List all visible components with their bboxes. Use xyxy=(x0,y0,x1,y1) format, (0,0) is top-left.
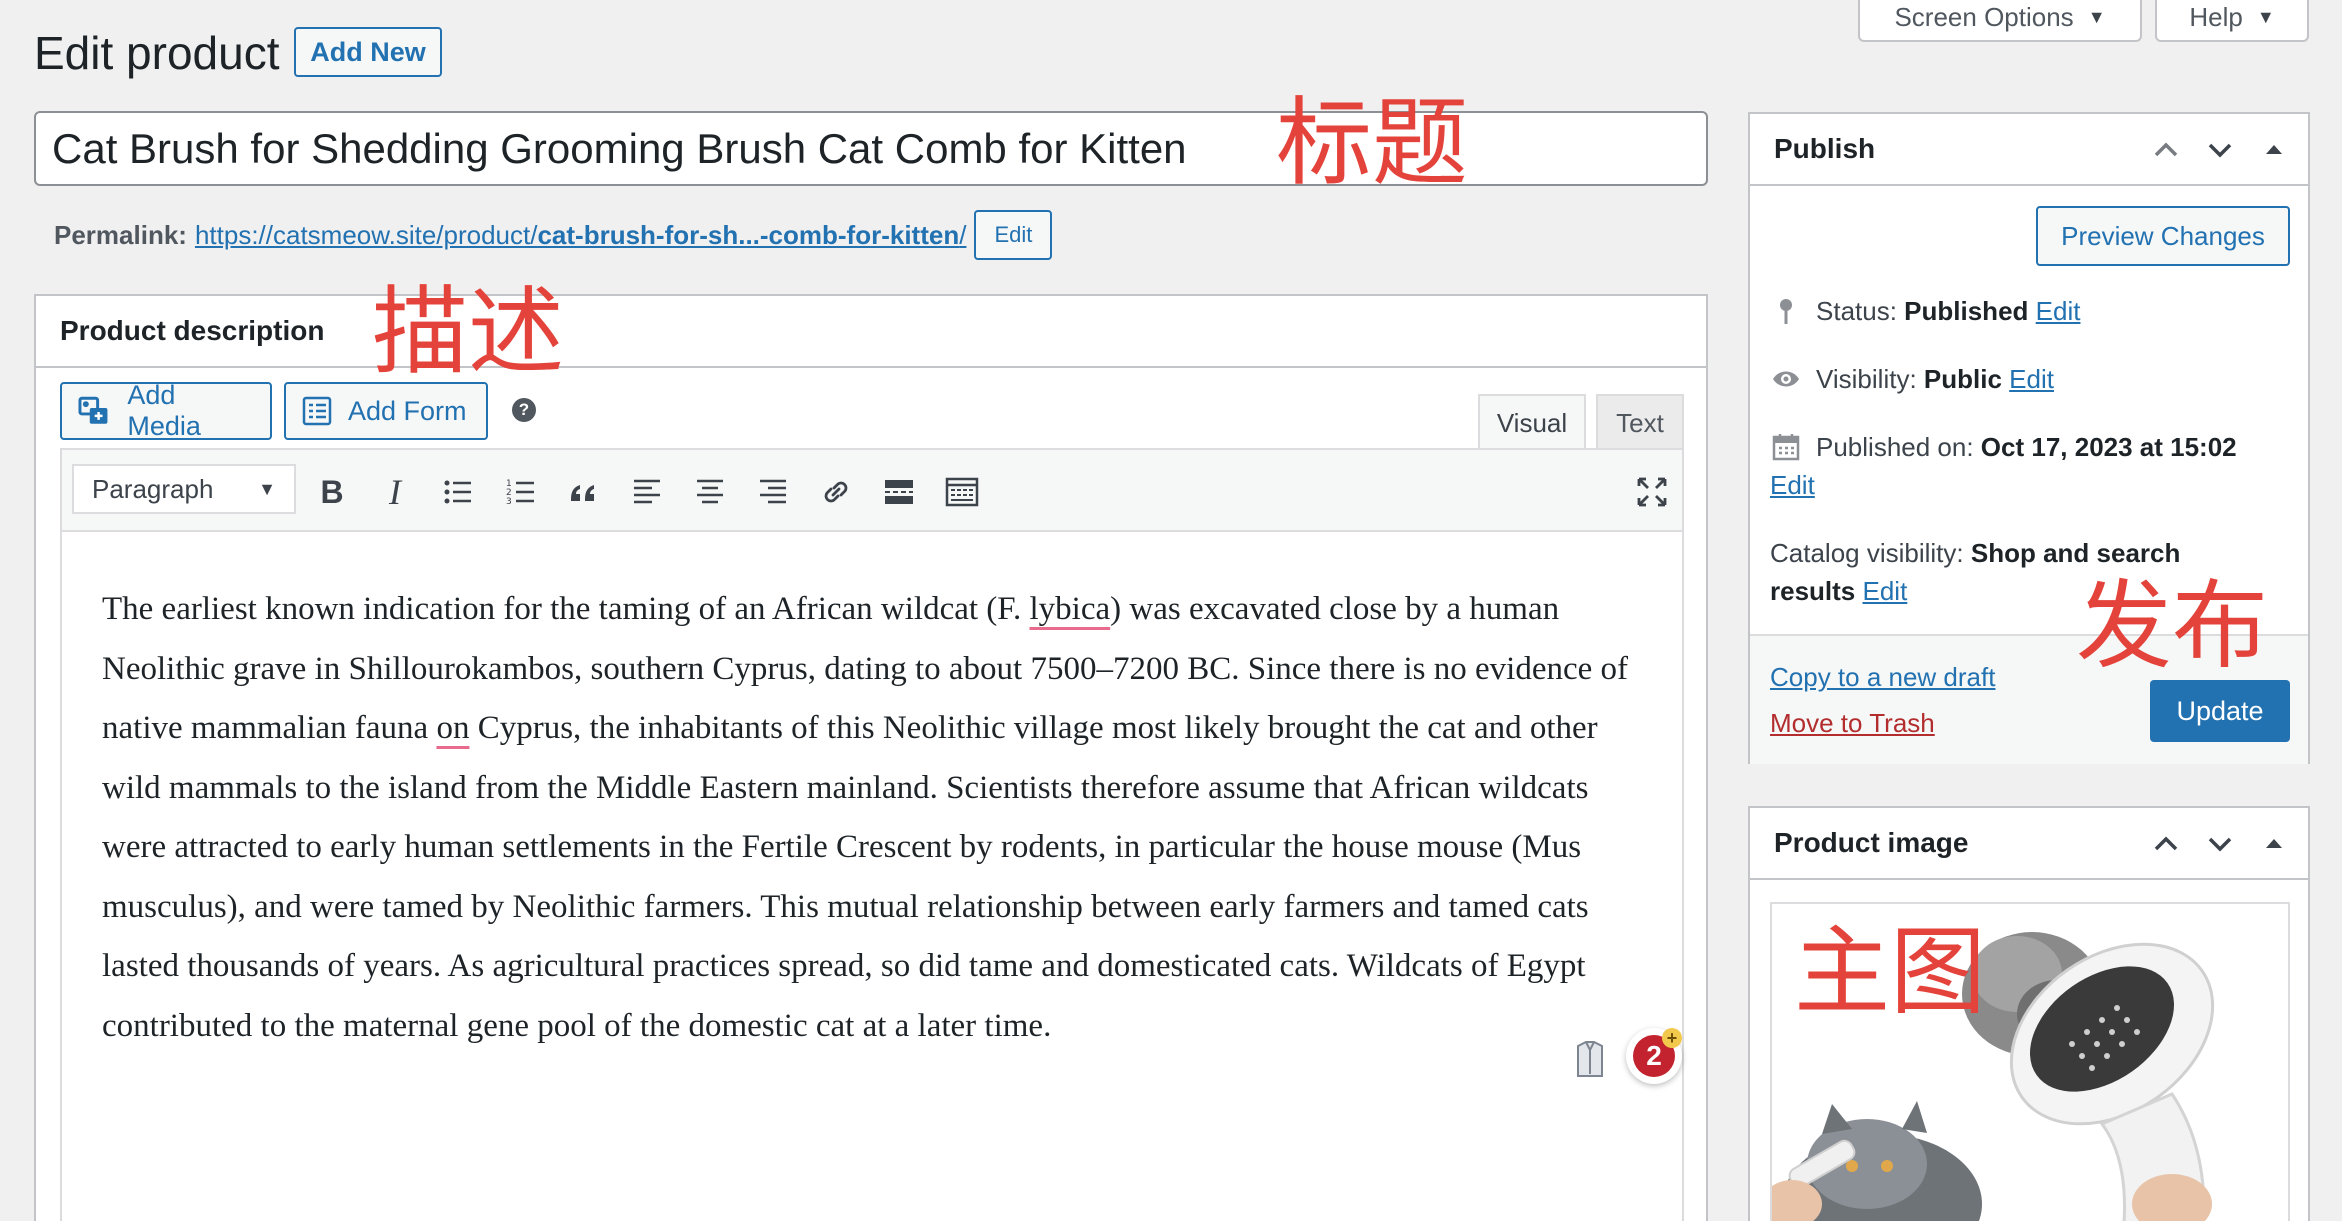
product-image-heading: Product image xyxy=(1750,808,2308,880)
page-title: Edit product xyxy=(34,27,280,79)
catalog-visibility-label: Catalog visibility: xyxy=(1770,538,1964,568)
chevron-down-icon[interactable] xyxy=(2206,136,2234,164)
align-left-icon[interactable] xyxy=(627,472,667,512)
add-media-icon xyxy=(78,396,108,424)
italic-icon[interactable]: I xyxy=(375,472,415,512)
add-new-button[interactable]: Add New xyxy=(294,27,442,77)
collapse-toggle-icon[interactable] xyxy=(2260,136,2288,164)
box-controls xyxy=(2152,830,2288,858)
help-icon[interactable]: ? xyxy=(512,398,536,422)
editor-frame: Paragraph ▼ B I 123 The earliest known i… xyxy=(60,448,1684,1221)
editor-body[interactable]: The earliest known indication for the ta… xyxy=(62,532,1682,1056)
product-image-thumbnail[interactable]: 主图 xyxy=(1770,902,2290,1221)
box-controls xyxy=(2152,136,2288,164)
add-media-label: Add Media xyxy=(127,380,201,441)
add-form-button[interactable]: Add Form xyxy=(284,382,488,440)
visibility-row: Visibility: Public Edit xyxy=(1770,360,2054,398)
preview-changes-button[interactable]: Preview Changes xyxy=(2036,206,2290,266)
add-form-label: Add Form xyxy=(348,395,467,426)
format-select[interactable]: Paragraph ▼ xyxy=(72,464,296,514)
permalink-slug: cat-brush-for-sh...-comb-for-kitten xyxy=(537,219,960,250)
product-image-heading-label: Product image xyxy=(1774,827,1969,858)
body-text-1: The earliest known indication for the ta… xyxy=(102,591,1030,627)
spellcheck-word: on xyxy=(436,710,470,746)
catalog-visibility-edit-link[interactable]: Edit xyxy=(1863,576,1908,606)
permalink-link[interactable]: https://catsmeow.site/product/cat-brush-… xyxy=(195,220,967,251)
annotation-title: 标题 xyxy=(1276,87,1468,199)
tab-visual[interactable]: Visual xyxy=(1478,394,1586,450)
add-form-icon xyxy=(302,396,332,426)
format-select-value: Paragraph xyxy=(92,473,214,504)
publish-heading: Publish xyxy=(1750,114,2308,186)
visibility-edit-link[interactable]: Edit xyxy=(2009,364,2054,394)
pin-icon xyxy=(1770,295,1802,327)
catalog-visibility-value-cont: results xyxy=(1770,576,1856,606)
blockquote-icon[interactable] xyxy=(564,472,604,512)
published-on-edit-link[interactable]: Edit xyxy=(1770,470,1815,501)
collapse-toggle-icon[interactable] xyxy=(2260,830,2288,858)
add-media-button[interactable]: Add Media xyxy=(60,380,272,441)
status-row: Status: Published Edit xyxy=(1770,292,2080,330)
shirt-icon[interactable] xyxy=(1572,1040,1608,1078)
screen-options-label: Screen Options xyxy=(1894,1,2074,32)
tab-text[interactable]: Text xyxy=(1596,394,1684,450)
caret-down-icon: ▼ xyxy=(258,478,276,499)
caret-down-icon: ▼ xyxy=(2087,6,2106,27)
help-tab[interactable]: Help ▼ xyxy=(2155,0,2309,42)
published-on-label: Published on: xyxy=(1816,432,1974,462)
chevron-up-icon[interactable] xyxy=(2152,136,2180,164)
status-edit-link[interactable]: Edit xyxy=(2036,296,2081,326)
publish-box: Publish Preview Changes Status: Publishe… xyxy=(1748,112,2310,764)
align-center-icon[interactable] xyxy=(690,472,730,512)
annotation-publish: 发布 xyxy=(2076,570,2268,682)
annotation-description: 描述 xyxy=(372,276,564,388)
plus-icon: + xyxy=(1662,1028,1682,1048)
chevron-down-icon[interactable] xyxy=(2206,830,2234,858)
permalink-base: https://catsmeow.site/product/ xyxy=(194,219,538,250)
screen-options-tab[interactable]: Screen Options ▼ xyxy=(1858,0,2142,42)
product-description-panel: Product description Add Media Add Form ?… xyxy=(34,284,1708,1221)
link-icon[interactable] xyxy=(816,472,856,512)
publish-heading-label: Publish xyxy=(1774,133,1876,164)
product-description-heading: Product description xyxy=(36,296,1706,368)
move-trash-link[interactable]: Move to Trash xyxy=(1770,708,1935,739)
copy-draft-link[interactable]: Copy to a new draft xyxy=(1770,662,1995,693)
published-on-value: Oct 17, 2023 at 15:02 xyxy=(1980,432,2237,462)
eye-icon xyxy=(1770,363,1802,395)
toolbar-toggle-icon[interactable] xyxy=(942,472,982,512)
read-more-icon[interactable] xyxy=(879,472,919,512)
svg-text:3: 3 xyxy=(506,497,512,507)
permalink-edit-button[interactable]: Edit xyxy=(974,210,1053,260)
fullscreen-icon[interactable] xyxy=(1632,472,1672,512)
status-value: Published xyxy=(1904,296,2029,326)
chevron-up-icon[interactable] xyxy=(2152,830,2180,858)
help-label: Help xyxy=(2189,1,2243,32)
visibility-value: Public xyxy=(1923,364,2002,394)
caret-down-icon: ▼ xyxy=(2256,6,2275,27)
bulleted-list-icon[interactable] xyxy=(438,472,478,512)
align-right-icon[interactable] xyxy=(753,472,793,512)
annotation-main-image: 主图 xyxy=(1794,916,1986,1028)
product-image-box: Product image 主图 xyxy=(1748,806,2310,1221)
visibility-label: Visibility: xyxy=(1816,364,1917,394)
calendar-icon xyxy=(1770,431,1802,463)
permalink-trailing: / xyxy=(959,219,967,250)
update-button[interactable]: Update xyxy=(2150,680,2290,742)
permalink-label: Permalink: xyxy=(54,219,187,250)
numbered-list-icon[interactable]: 123 xyxy=(501,472,541,512)
permalink-row: Permalink: https://catsmeow.site/product… xyxy=(54,210,1053,260)
published-on-row: Published on: Oct 17, 2023 at 15:02 xyxy=(1770,428,2237,466)
grammar-check-badge[interactable]: 2 + xyxy=(1626,1028,1682,1084)
bold-icon[interactable]: B xyxy=(312,472,352,512)
status-label: Status: xyxy=(1816,296,1897,326)
body-text-3: Cyprus, the inhabitants of this Neolithi… xyxy=(102,710,1598,1044)
catalog-visibility-value: Shop and search xyxy=(1970,538,2181,568)
spellcheck-word: lybica xyxy=(1029,591,1111,627)
editor-toolbar: Paragraph ▼ B I 123 xyxy=(62,450,1682,532)
